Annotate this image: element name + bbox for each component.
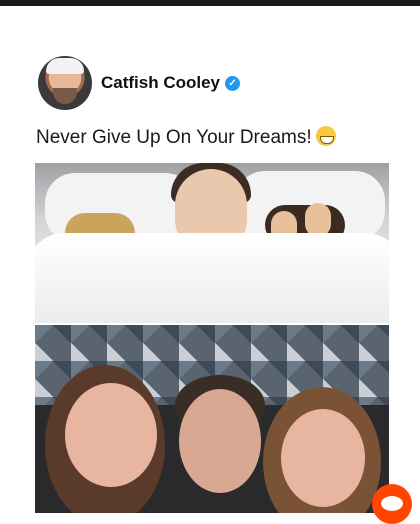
top-bar — [0, 0, 420, 6]
bed-sheet — [35, 233, 389, 323]
reddit-snoo-icon[interactable] — [372, 484, 412, 524]
avatar[interactable] — [38, 56, 92, 110]
doll-right-2 — [305, 203, 331, 237]
post-text: Never Give Up On Your Dreams! — [36, 127, 312, 148]
avatar-beard — [53, 88, 77, 104]
avatar-cap — [46, 58, 84, 74]
snoo-face — [381, 496, 403, 511]
left-woman-face — [65, 383, 157, 487]
right-woman-face — [281, 409, 365, 507]
post-caption: Never Give Up On Your Dreams! — [36, 126, 336, 149]
man-face — [179, 389, 261, 493]
grinning-face-emoji-icon — [315, 126, 336, 146]
photo-child-sleeping[interactable] — [35, 163, 389, 323]
verified-badge-icon: ✓ — [225, 75, 241, 91]
author-name[interactable]: Catfish Cooley — [101, 73, 220, 93]
photo-adult-selfie[interactable] — [35, 325, 389, 513]
post-author: Catfish Cooley ✓ — [38, 56, 241, 110]
